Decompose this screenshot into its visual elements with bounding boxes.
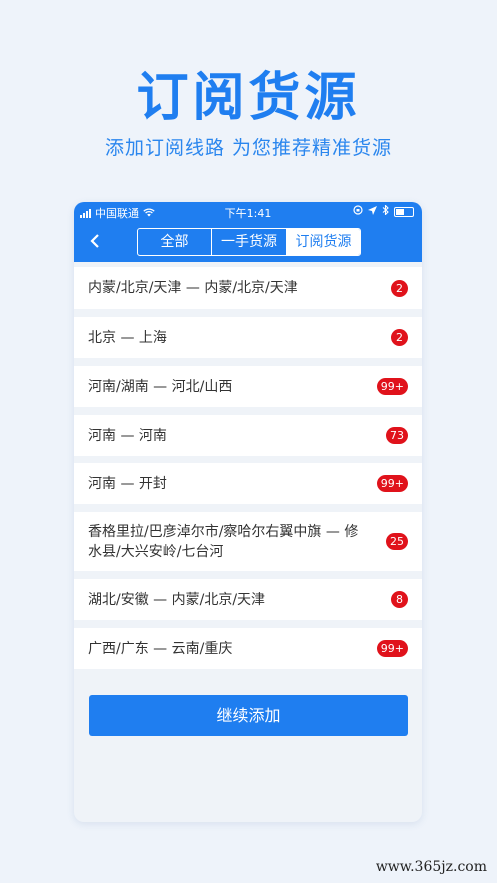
hero-title: 订阅货源 — [136, 68, 361, 128]
route-text: 湖北/安徽 — 内蒙/北京/天津 — [88, 591, 266, 608]
count-badge: 2 — [391, 329, 408, 346]
phone-screen: 中国联通 下午1:41 全部 一手货源 订阅货源 内蒙/北京/天津 — 内蒙/北… — [74, 202, 422, 822]
count-badge: 8 — [391, 591, 408, 608]
count-badge: 73 — [386, 427, 408, 444]
list-item[interactable]: 河南 — 开封 99+ — [74, 463, 422, 504]
route-text: 香格里拉/巴彦淖尔市/察哈尔右翼中旗 — 修水县/大兴安岭/七台河 — [88, 523, 359, 560]
nav-bar: 全部 一手货源 订阅货源 — [74, 222, 422, 262]
list-item[interactable]: 河南/湖南 — 河北/山西 99+ — [74, 366, 422, 407]
count-badge: 99+ — [376, 640, 408, 657]
watermark: www.365jz.com — [375, 859, 487, 875]
segmented-tabs: 全部 一手货源 订阅货源 — [137, 228, 361, 256]
back-icon[interactable] — [86, 231, 106, 251]
count-badge: 25 — [386, 533, 408, 550]
tab-all[interactable]: 全部 — [138, 229, 212, 255]
list-item[interactable]: 香格里拉/巴彦淖尔市/察哈尔右翼中旗 — 修水县/大兴安岭/七台河 25 — [74, 512, 422, 571]
route-text: 北京 — 上海 — [88, 329, 167, 346]
route-text: 内蒙/北京/天津 — 内蒙/北京/天津 — [88, 280, 298, 296]
route-text: 广西/广东 — 云南/重庆 — [88, 640, 233, 657]
list-item[interactable]: 河南 — 河南 73 — [74, 415, 422, 456]
continue-add-button[interactable]: 继续添加 — [89, 695, 408, 736]
count-badge: 99+ — [376, 378, 408, 395]
battery-icon — [394, 206, 414, 217]
tab-first-hand[interactable]: 一手货源 — [212, 229, 287, 255]
bluetooth-icon — [382, 204, 389, 218]
tab-subscribed[interactable]: 订阅货源 — [287, 229, 360, 255]
list-item[interactable]: 湖北/安徽 — 内蒙/北京/天津 8 — [74, 579, 422, 620]
rotation-lock-icon — [353, 205, 363, 218]
list-item[interactable]: 北京 — 上海 2 — [74, 317, 422, 358]
route-text: 河南 — 河南 — [88, 427, 167, 444]
status-bar: 中国联通 下午1:41 — [74, 202, 422, 222]
route-text: 河南/湖南 — 河北/山西 — [88, 378, 233, 395]
list-item[interactable]: 内蒙/北京/天津 — 内蒙/北京/天津 2 — [74, 267, 422, 309]
route-text: 河南 — 开封 — [88, 475, 167, 492]
count-badge: 99+ — [376, 475, 408, 492]
count-badge: 2 — [391, 279, 408, 297]
hero-subtitle: 添加订阅线路 为您推荐精准货源 — [104, 137, 393, 159]
location-icon — [368, 205, 377, 218]
list-item[interactable]: 广西/广东 — 云南/重庆 99+ — [74, 628, 422, 669]
